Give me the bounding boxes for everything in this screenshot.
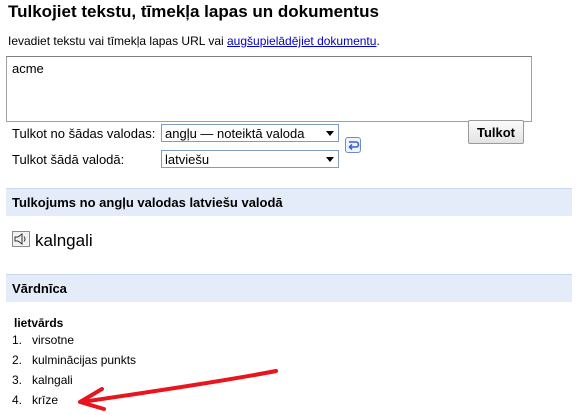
entry-number: 1.	[12, 333, 23, 347]
upload-document-link[interactable]: augšupielādējiet dokumentu	[227, 34, 376, 48]
intro-text: Ievadiet tekstu vai tīmekļa lapas URL va…	[8, 34, 380, 48]
page-title: Tulkojiet tekstu, tīmekļa lapas un dokum…	[8, 2, 379, 21]
from-language-select[interactable]: angļu — noteiktā valoda	[161, 124, 339, 142]
entry-number: 3.	[12, 373, 23, 387]
entry-number: 2.	[12, 353, 23, 367]
entry-word: virsotne	[32, 333, 75, 347]
list-item: 2. kulminācijas punkts	[12, 352, 136, 372]
to-language-value: latviešu	[165, 152, 210, 167]
intro-prefix: Ievadiet tekstu vai tīmekļa lapas URL va…	[8, 34, 227, 48]
translate-button[interactable]: Tulkot	[468, 120, 524, 144]
entry-word: kalngali	[32, 373, 73, 387]
intro-suffix: .	[376, 34, 380, 48]
list-item: 4. krīze	[12, 392, 136, 412]
chevron-down-icon	[326, 157, 334, 162]
list-item: 1. virsotne	[12, 332, 136, 352]
dictionary-list: 1. virsotne 2. kulminācijas punkts 3. kalng…	[12, 332, 136, 412]
translation-result: kalngali	[35, 231, 93, 250]
from-language-label: Tulkot no šādas valodas:	[12, 126, 156, 141]
source-text-input[interactable]: acme	[6, 56, 532, 122]
from-language-value: angļu — noteiktā valoda	[165, 126, 305, 141]
to-language-select[interactable]: latviešu	[161, 150, 339, 168]
list-item: 3. kalngali	[12, 372, 136, 392]
entry-word: krīze	[32, 393, 59, 407]
entry-number: 4.	[12, 393, 23, 407]
chevron-down-icon	[326, 131, 334, 136]
translation-heading: Tulkojums no angļu valodas latviešu valo…	[6, 188, 572, 216]
part-of-speech: lietvārds	[14, 316, 64, 330]
speaker-icon[interactable]	[12, 231, 30, 247]
dictionary-heading: Vārdnīca	[6, 274, 572, 302]
entry-word: kulminācijas punkts	[32, 353, 137, 367]
to-language-label: Tulkot šādā valodā:	[12, 152, 125, 167]
swap-languages-icon[interactable]	[345, 137, 361, 153]
